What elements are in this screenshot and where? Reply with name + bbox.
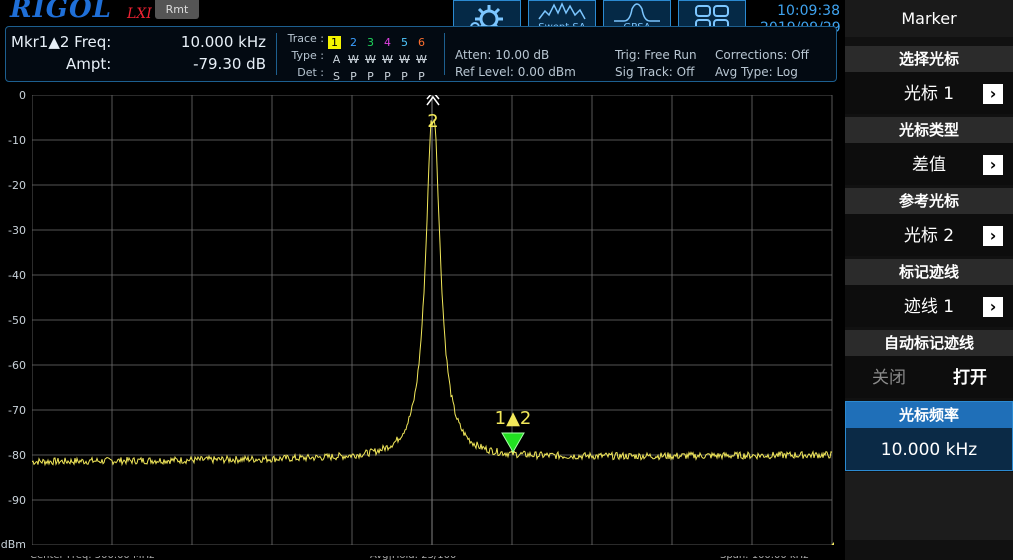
y-tick-label: -20 — [8, 179, 26, 192]
bottom-status-text: Avg|Hold: 25/100 — [370, 556, 456, 560]
scale-indicator-icon — [831, 542, 834, 545]
softkey-marker-type[interactable]: 光标类型 差值 › — [845, 117, 1013, 185]
marker-freq-label: Mkr1▲2 Freq: — [11, 33, 112, 51]
ref-level-status: Ref Level: 0.00 dBm — [455, 65, 576, 79]
y-tick-label: -70 — [8, 404, 26, 417]
trace-cell: P — [418, 70, 425, 83]
marker-freq-value: 10.000 kHz — [180, 33, 266, 51]
marker-ampt-label: Ampt: — [66, 55, 112, 73]
measurement-info-panel: Mkr1▲2 Freq: 10.000 kHz Ampt: -79.30 dB … — [5, 26, 837, 84]
softkey-auto-label: 自动标记迹线 — [845, 330, 1013, 356]
spectrum-plot[interactable]: 2 1▲2 — [32, 95, 834, 545]
y-tick-label: 0 — [19, 89, 26, 102]
softkey-trace-label: 标记迹线 — [845, 259, 1013, 285]
reference-marker-2: 2 — [426, 95, 440, 132]
toggle-on-option[interactable]: 打开 — [953, 358, 987, 398]
chevron-right-icon: › — [983, 155, 1003, 175]
trace-cell: P — [350, 70, 357, 83]
chevron-right-icon: › — [983, 84, 1003, 104]
trace-dets: SPPPPP — [328, 65, 430, 84]
bottom-status-bar: Center Freq: 500.00 MHz Avg|Hold: 25/100 S… — [30, 556, 835, 560]
det-label: Det : — [297, 66, 324, 79]
marker-2-label: 2 — [427, 111, 438, 132]
marker-triangle-icon — [501, 432, 525, 453]
remote-indicator: Rmt — [155, 0, 199, 19]
atten-status: Atten: 10.00 dB — [455, 48, 550, 62]
trace-cell: P — [401, 70, 408, 83]
plot-grid — [32, 95, 833, 545]
chevron-right-icon: › — [983, 226, 1003, 246]
softkey-freq-label: 光标频率 — [846, 402, 1012, 428]
y-tick-label: -10 — [8, 134, 26, 147]
softkey-freq-value: 10.000 kHz — [880, 440, 978, 460]
y-tick-label: -60 — [8, 359, 26, 372]
bottom-status-text: Center Freq: 500.00 MHz — [30, 556, 154, 560]
y-tick-label: -90 — [8, 494, 26, 507]
rigol-logo: RIGOL — [10, 0, 112, 24]
softkey-select-label: 选择光标 — [845, 46, 1013, 72]
trace-cell: S — [333, 70, 340, 83]
delta-marker-label: 1▲2 — [495, 408, 532, 429]
avg-type-status: Avg Type: Log — [715, 65, 798, 79]
y-tick-label: -50 — [8, 314, 26, 327]
softkey-auto-trace[interactable]: 自动标记迹线 关闭 打开 — [845, 330, 1013, 398]
trace-label: Trace : — [287, 32, 324, 45]
y-tick-label: -40 — [8, 269, 26, 282]
trace-cell: P — [384, 70, 391, 83]
softkey-auto-toggle: 关闭 打开 — [845, 358, 1013, 398]
chevron-right-icon: › — [983, 297, 1003, 317]
clock-time: 10:09:38 — [777, 3, 840, 19]
toggle-off-option[interactable]: 关闭 — [872, 358, 906, 398]
lxi-logo: LXI — [127, 6, 152, 22]
softkey-select-marker[interactable]: 选择光标 光标 1 › — [845, 46, 1013, 114]
trigger-status: Trig: Free Run — [615, 48, 697, 62]
menu-title: Marker — [845, 0, 1013, 37]
softkey-marker-trace[interactable]: 标记迹线 迹线 1 › — [845, 259, 1013, 327]
spectrum-icon — [538, 2, 586, 20]
corrections-status: Corrections: Off — [715, 48, 809, 62]
softkey-type-label: 光标类型 — [845, 117, 1013, 143]
softkey-empty — [845, 472, 1013, 540]
divider — [444, 33, 445, 75]
softkey-ref-label: 参考光标 — [845, 188, 1013, 214]
bottom-status-text: Span: 100.00 kHz — [720, 556, 808, 560]
trace-cell: P — [367, 70, 374, 83]
pulse-icon — [614, 3, 660, 22]
y-tick-label: -80 — [8, 449, 26, 462]
sig-track-status: Sig Track: Off — [615, 65, 695, 79]
type-label: Type : — [291, 49, 324, 62]
marker-2-arrow-icon — [426, 95, 440, 106]
delta-marker-1: 1▲2 — [495, 408, 532, 453]
divider — [276, 33, 277, 75]
marker-ampt-value: -79.30 dB — [193, 55, 266, 73]
y-tick-label: -30 — [8, 224, 26, 237]
softkey-ref-marker[interactable]: 参考光标 光标 2 › — [845, 188, 1013, 256]
y-unit-label: dBm — [0, 538, 26, 551]
softkey-marker-freq[interactable]: 光标频率 10.000 kHz — [845, 401, 1013, 471]
